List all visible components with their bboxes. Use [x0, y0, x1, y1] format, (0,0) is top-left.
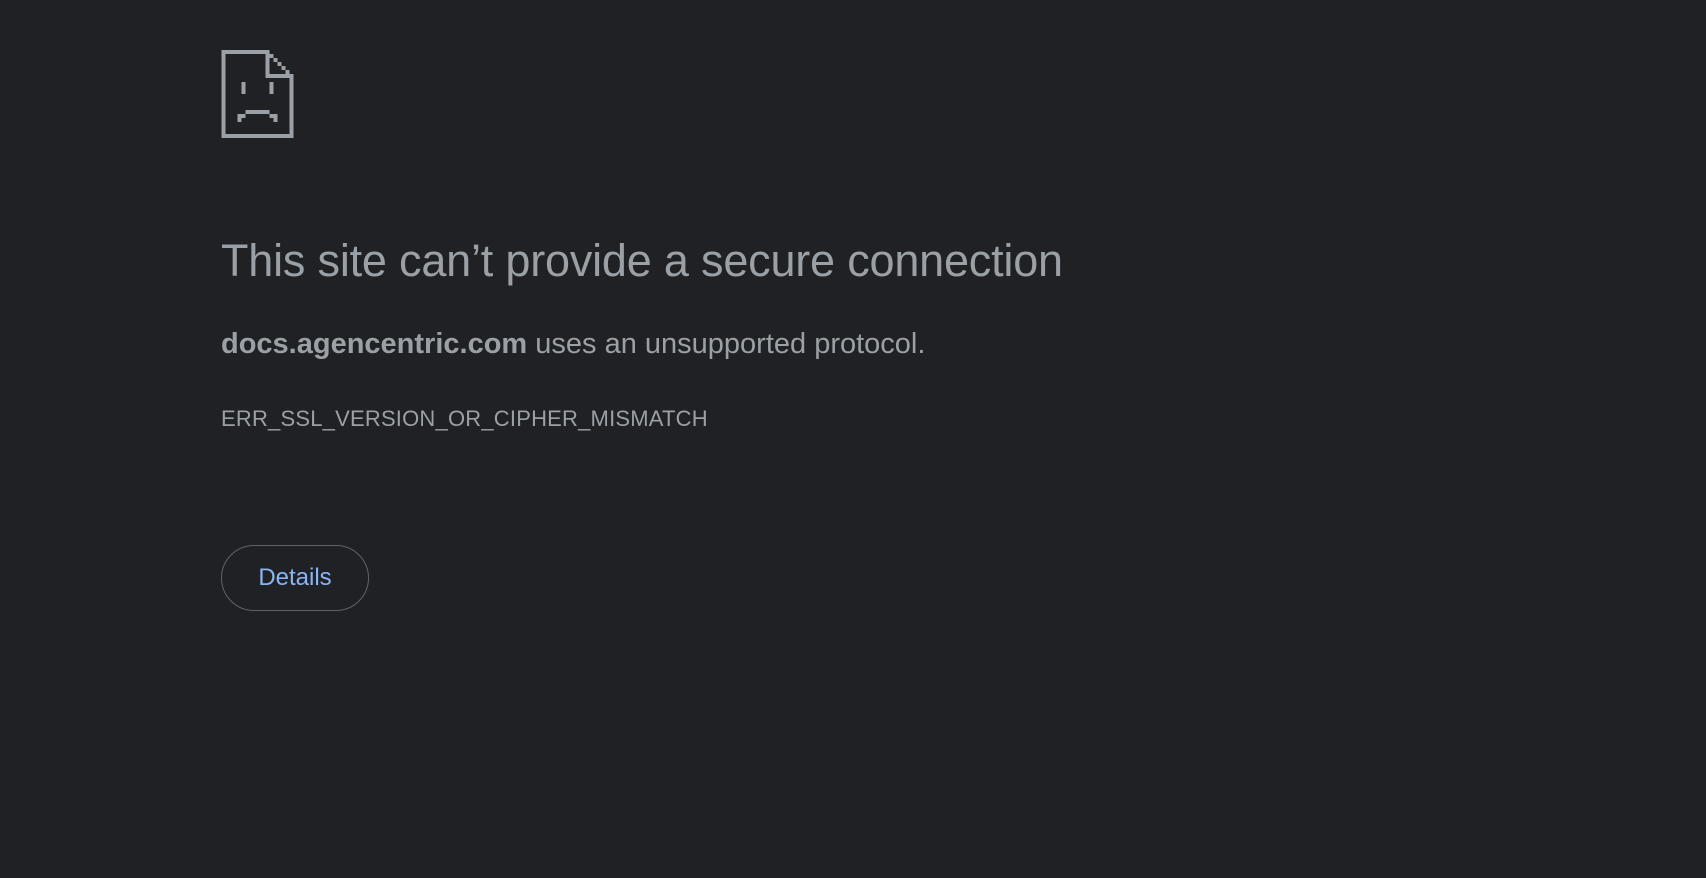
- page-title: This site can’t provide a secure connect…: [221, 235, 1063, 286]
- error-code: ERR_SSL_VERSION_OR_CIPHER_MISMATCH: [221, 406, 708, 431]
- details-button[interactable]: Details: [221, 545, 369, 611]
- summary-message: uses an unsupported protocol.: [527, 328, 926, 360]
- error-summary: docs.agencentric.com uses an unsupported…: [221, 328, 925, 361]
- error-page-container: This site can’t provide a secure connect…: [221, 50, 1421, 611]
- sad-page-icon: [221, 50, 294, 138]
- host-name: docs.agencentric.com: [221, 328, 528, 360]
